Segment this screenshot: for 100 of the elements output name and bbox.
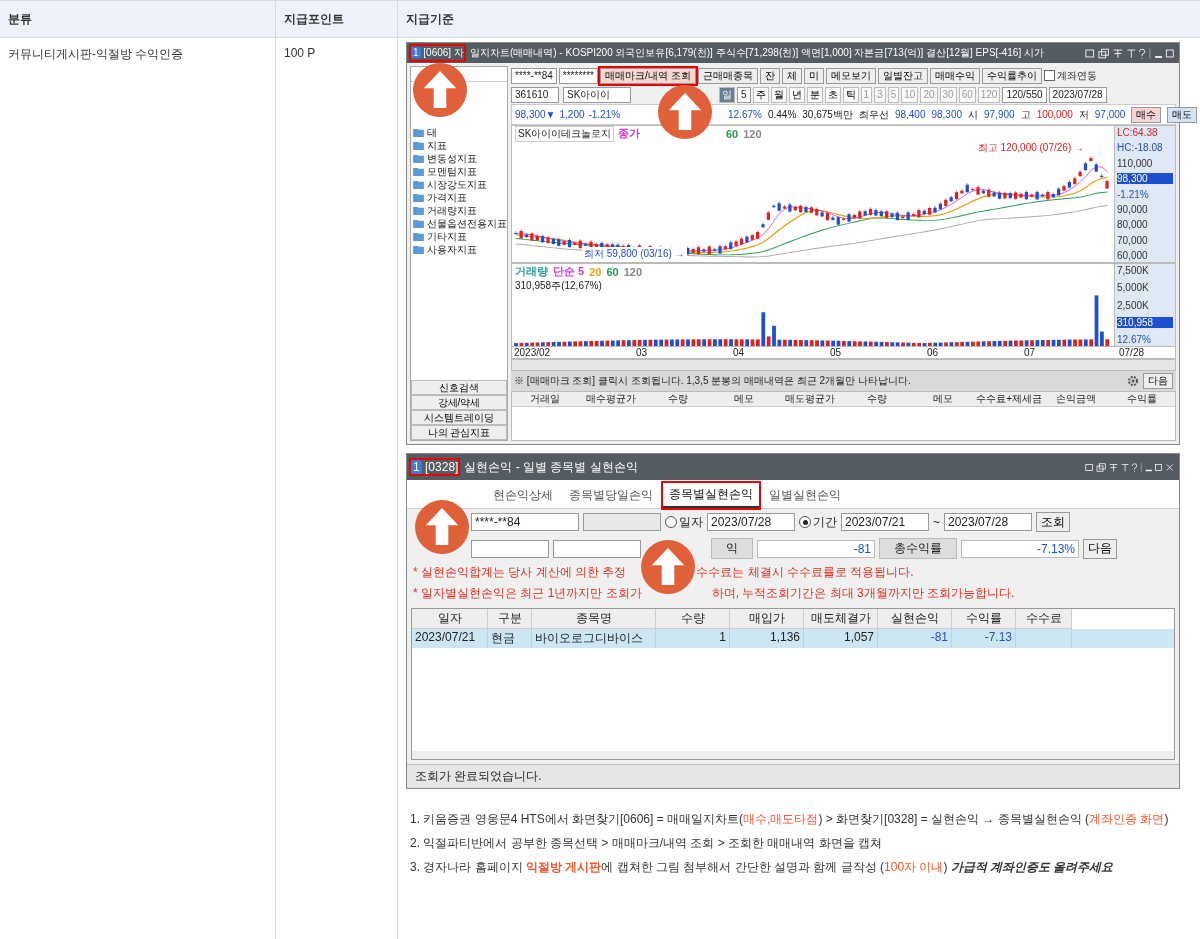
tree-item[interactable]: 선물옵션전용지표 [411, 217, 507, 230]
toolbar-button[interactable]: 일별잔고 [877, 67, 928, 84]
stock-code-field[interactable]: 361610 [511, 86, 559, 103]
axis-label: 12.67% [1117, 334, 1152, 345]
period-tab[interactable]: 일 [719, 86, 735, 103]
warning-note: 하며, 누적조회기간은 최대 3개월까지만 조회가능합니다. [711, 586, 1015, 600]
date-field[interactable]: 2023/07/28 [944, 513, 1032, 531]
quote-value: 97,900 [984, 109, 1015, 120]
legend-item: 종가 [618, 126, 641, 141]
tab[interactable]: 종목별실현손익 [663, 483, 759, 508]
column-header: 수익률 [1125, 392, 1158, 406]
quote-value: 98,400 [894, 109, 926, 120]
axis-label: HC:-18.08 [1117, 142, 1164, 154]
axis-label: 110,000 [1117, 157, 1154, 169]
column-header: 지급기준 [406, 12, 454, 26]
tree-item[interactable]: 모멘텀지표 [411, 165, 507, 178]
window-controls-icon[interactable] [1085, 461, 1175, 473]
tree-item[interactable]: 거래량지표 [411, 204, 507, 217]
tree-item[interactable]: 기타지표 [411, 230, 507, 243]
trade-button[interactable]: 매수 [1131, 106, 1162, 123]
toolbar-button[interactable]: 수익률추이 [981, 67, 1042, 84]
tab[interactable]: 일별실현손익 [763, 483, 847, 508]
account-field[interactable]: ****-**84 [471, 513, 579, 531]
axis-label: LC:64.38 [1117, 127, 1159, 138]
quote-value: 고 [1020, 107, 1031, 122]
toolbar-button[interactable]: 미 [803, 67, 824, 84]
trade-button[interactable]: 매도 [1167, 106, 1198, 123]
range-field[interactable]: 120/550 [1002, 86, 1047, 103]
side-button[interactable]: 신호검색 [411, 380, 507, 395]
legend-item: 단순 5 [553, 264, 585, 279]
horizontal-scrollbar[interactable] [412, 751, 1174, 759]
tree-item[interactable]: 가격지표 [411, 191, 507, 204]
column-header: 수익률 [952, 609, 1016, 629]
search-button[interactable]: 조회 [1036, 512, 1070, 532]
folder-icon [413, 167, 424, 176]
tab[interactable]: 종목별당일손익 [563, 483, 659, 508]
toolbar-button[interactable]: 매매수익 [929, 67, 980, 84]
table-cell: 바이오로그디바이스 [532, 629, 656, 648]
period-tab[interactable]: 틱 [842, 86, 859, 103]
stock-select-field[interactable] [471, 539, 549, 558]
folder-icon [413, 128, 424, 137]
toolbar-button[interactable]: 메모보기 [825, 67, 876, 84]
toolbar-button[interactable]: 체 [781, 67, 802, 84]
folder-icon [413, 232, 424, 241]
side-button[interactable]: 강세/약세 [411, 395, 507, 410]
side-button[interactable]: 시스템트레이딩 [411, 410, 507, 425]
quote-value: 최우선 [858, 107, 889, 122]
toolbar-button[interactable]: 잔 [759, 67, 780, 84]
chart-legend-name: SK아이이테크놀로지 [515, 125, 615, 142]
tree-item[interactable]: 태 [411, 126, 507, 139]
period-tab[interactable]: 주 [752, 86, 769, 103]
settings-icon[interactable] [1127, 375, 1139, 387]
account-field[interactable]: ****-**84 [511, 67, 557, 84]
info-note: ※ [매매마크 조회] 클릭시 조회됩니다. 1,3,5 분봉의 매매내역은 최근 2개월만 나타납니다. [514, 374, 912, 388]
side-button[interactable]: 나의 관심지표 [411, 425, 507, 440]
instruction-text: 3. 경자나라 홈페이지 익절방 게시판에 캡쳐한 그림 첨부해서 간단한 설명과 함께 글작성 (100자 이내) 가급적 계좌인증도 올려주세요 [410, 859, 1115, 876]
column-header: 메모 [931, 392, 954, 406]
horizontal-scrollbar[interactable] [511, 359, 1176, 371]
column-header: 매입가 [730, 609, 804, 629]
date-mode-radio[interactable]: 일자 [665, 513, 703, 531]
table-row[interactable]: 2023/07/21 현금 바이오로그디바이스 1 1,136 1,057 -81 -7.13 [412, 629, 1174, 648]
tree-item[interactable]: 시장강도지표 [411, 178, 507, 191]
date-mode-radio[interactable]: 기간 [799, 513, 837, 531]
legend-item: 120 [623, 265, 643, 278]
date-axis-label: 06 [926, 347, 939, 358]
legend-item: 거래량 [515, 264, 548, 279]
next-button[interactable]: 다음 [1143, 373, 1173, 389]
table-cell: 1,136 [730, 629, 804, 648]
tree-item[interactable]: 변동성지표 [411, 152, 507, 165]
range-separator: ~ [933, 515, 940, 529]
stock-name-field[interactable] [553, 539, 641, 558]
column-header: 분류 [8, 12, 32, 26]
window-controls-icon[interactable] [1085, 47, 1175, 59]
column-header: 손익금액 [1054, 392, 1097, 406]
axis-label: 2,500K [1117, 299, 1150, 311]
column-header: 수수료+제세금 [976, 392, 1043, 406]
quote-value: 0.44% [767, 109, 797, 120]
stock-name-field[interactable]: SK아이이 [563, 86, 631, 103]
tab[interactable]: 현손익상세 [487, 483, 559, 508]
period-tab[interactable]: 분 [806, 86, 823, 103]
period-tab[interactable]: 초 [824, 86, 841, 103]
quote-value: 98,300 [931, 109, 963, 120]
date-field[interactable]: 2023/07/28 [1048, 86, 1107, 103]
legend-item: 60 [726, 127, 739, 140]
toolbar-button[interactable]: 근매매종목 [697, 67, 758, 84]
date-field[interactable]: 2023/07/21 [841, 513, 929, 531]
points-text: 100 P [284, 46, 316, 60]
password-field[interactable]: ******** [558, 67, 598, 84]
next-button[interactable]: 다음 [1083, 538, 1117, 559]
tree-item[interactable]: 사용자지표 [411, 243, 507, 256]
tree-item[interactable]: 지표 [411, 139, 507, 152]
date-field[interactable]: 2023/07/28 [707, 513, 795, 531]
column-header: 거래일 [529, 392, 562, 406]
link-checkbox[interactable]: 계좌연동 [1043, 68, 1097, 83]
toolbar-button[interactable]: 매매마크/내역 조회 [599, 67, 696, 84]
period-tab[interactable]: 년 [788, 86, 805, 103]
axis-label: -1.21% [1117, 188, 1150, 200]
count-field[interactable]: 5 [737, 86, 751, 103]
warning-note: * 실현손익합계는 당사 계산에 의한 추정 [413, 565, 627, 579]
period-tab[interactable]: 월 [770, 86, 787, 103]
